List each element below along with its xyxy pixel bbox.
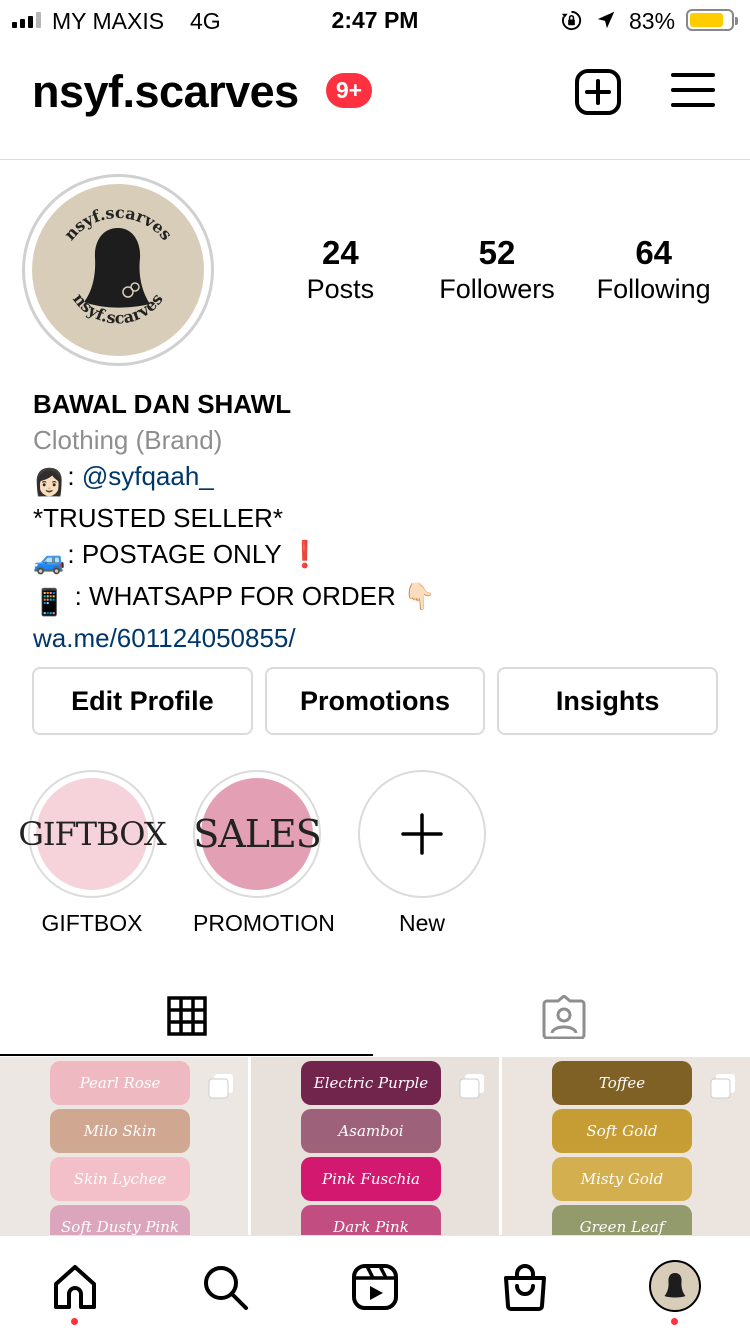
multiple-photos-icon bbox=[710, 1074, 735, 1099]
account-username[interactable]: nsyf.scarves bbox=[32, 66, 299, 118]
scarf-fold: Electric Purple bbox=[301, 1061, 441, 1105]
avatar-logo-graphic: nsyf.scarves nsyf.scarves bbox=[60, 203, 176, 328]
grid-post[interactable]: Toffee Soft Gold Misty Gold Green Leaf bbox=[502, 1057, 750, 1235]
scarf-fold: Soft Dusty Pink bbox=[50, 1205, 190, 1235]
scarf-fold: Milo Skin bbox=[50, 1109, 190, 1153]
scarf-fold: Soft Gold bbox=[552, 1109, 692, 1153]
scarf-fold: Toffee bbox=[552, 1061, 692, 1105]
profile-bio: BAWAL DAN SHAWL Clothing (Brand) 👩🏻: @sy… bbox=[33, 386, 723, 656]
multiple-photos-icon bbox=[459, 1074, 484, 1099]
scarf-fold: Pink Fuschia bbox=[301, 1157, 441, 1201]
highlight-cover: SALES bbox=[193, 778, 322, 890]
stat-posts[interactable]: 24 Posts bbox=[262, 234, 419, 305]
highlight-label: PROMOTION bbox=[193, 910, 335, 936]
battery-level-fill bbox=[690, 13, 724, 27]
story-highlights: GIFTBOX GIFTBOX SALES PROMOTION New bbox=[18, 770, 486, 937]
home-notification-dot bbox=[71, 1318, 78, 1325]
orientation-lock-icon bbox=[561, 10, 582, 31]
bio-line-separator: : bbox=[67, 461, 82, 491]
scarf-fold: Asamboi bbox=[301, 1109, 441, 1153]
profile-avatar[interactable]: nsyf.scarves nsyf.scarves bbox=[32, 184, 204, 356]
battery-percent: 83% bbox=[629, 8, 676, 34]
bottom-navigation bbox=[0, 1235, 750, 1333]
battery-icon bbox=[686, 9, 738, 31]
plus-square-icon[interactable] bbox=[574, 68, 622, 116]
highlight-cover bbox=[366, 778, 478, 890]
scarf-fold: Skin Lychee bbox=[50, 1157, 190, 1201]
bio-line-separator: : bbox=[67, 581, 90, 611]
bio-whatsapp-text: WHATSAPP FOR ORDER bbox=[89, 581, 404, 611]
shopping-bag-icon[interactable] bbox=[500, 1262, 550, 1312]
profile-category: Clothing (Brand) bbox=[33, 425, 223, 455]
reels-icon[interactable] bbox=[350, 1262, 400, 1312]
highlight-giftbox[interactable]: GIFTBOX GIFTBOX bbox=[18, 770, 167, 937]
hamburger-menu-icon[interactable] bbox=[670, 70, 716, 110]
bio-postage-text: POSTAGE ONLY bbox=[81, 539, 289, 569]
posts-label: Posts bbox=[306, 274, 375, 304]
highlight-label: GIFTBOX bbox=[41, 910, 143, 936]
profile-tabs bbox=[0, 978, 750, 1056]
profile-stats: 24 Posts 52 Followers 64 Following bbox=[262, 234, 732, 305]
highlight-ring[interactable]: SALES bbox=[193, 770, 322, 898]
tab-tagged[interactable] bbox=[377, 978, 750, 1056]
following-label: Following bbox=[596, 274, 711, 304]
posts-count: 24 bbox=[321, 234, 359, 271]
multiple-photos-icon bbox=[208, 1074, 233, 1099]
avatar-thumbnail bbox=[664, 1273, 686, 1298]
exclamation-emoji-icon: ❗ bbox=[288, 539, 321, 569]
profile-actions: Edit Profile Promotions Insights bbox=[32, 667, 719, 735]
insights-button[interactable]: Insights bbox=[497, 667, 719, 735]
profile-avatar-ring[interactable]: nsyf.scarves nsyf.scarves bbox=[22, 174, 214, 366]
followers-count: 52 bbox=[478, 234, 516, 271]
tagged-person-icon bbox=[542, 995, 585, 1039]
location-arrow-icon bbox=[597, 11, 615, 29]
posts-grid: Pearl Rose Milo Skin Skin Lychee Soft Du… bbox=[0, 1057, 750, 1235]
notification-badge[interactable]: 9+ bbox=[326, 73, 372, 108]
car-emoji-icon: 🚙 bbox=[33, 545, 66, 575]
edit-profile-button[interactable]: Edit Profile bbox=[32, 667, 253, 735]
tab-posts-grid[interactable] bbox=[0, 978, 373, 1056]
scarf-fold: Pearl Rose bbox=[50, 1061, 190, 1105]
stat-following[interactable]: 64 Following bbox=[575, 234, 732, 305]
pointing-down-emoji-icon: 👇🏻 bbox=[403, 581, 436, 611]
highlight-label: New bbox=[398, 910, 445, 936]
bio-line-postage: 🚙: POSTAGE ONLY ❗ bbox=[33, 536, 723, 578]
battery-tip bbox=[735, 17, 738, 25]
profile-notification-dot bbox=[671, 1318, 678, 1325]
highlight-cover-text: SALES bbox=[193, 812, 321, 856]
grid-post[interactable]: Electric Purple Asamboi Pink Fuschia Dar… bbox=[251, 1057, 499, 1235]
scarf-fold: Green Leaf bbox=[552, 1205, 692, 1235]
highlight-promotion[interactable]: SALES PROMOTION bbox=[193, 770, 335, 937]
grid-post[interactable]: Pearl Rose Milo Skin Skin Lychee Soft Du… bbox=[0, 1057, 248, 1235]
scarf-fold: Misty Gold bbox=[552, 1157, 692, 1201]
highlight-cover-text: GIFTBOX bbox=[18, 815, 166, 853]
profile-header: nsyf.scarves 9+ bbox=[0, 40, 750, 160]
search-icon[interactable] bbox=[200, 1262, 250, 1312]
phone-emoji-icon: 📱 bbox=[33, 587, 66, 617]
scarf-fold: Dark Pink bbox=[301, 1205, 441, 1235]
highlight-cover: GIFTBOX bbox=[18, 778, 167, 890]
bio-mention-link[interactable]: @syfqaah_ bbox=[82, 461, 214, 491]
woman-emoji-icon: 👩🏻 bbox=[33, 467, 66, 497]
highlight-ring[interactable] bbox=[358, 770, 486, 898]
promotions-button[interactable]: Promotions bbox=[264, 667, 486, 735]
bio-line-trusted: *TRUSTED SELLER* bbox=[33, 503, 283, 533]
bio-website-link[interactable]: wa.me/601124050855/ bbox=[33, 620, 723, 656]
plus-icon bbox=[401, 813, 443, 855]
profile-display-name: BAWAL DAN SHAWL bbox=[33, 389, 292, 419]
highlight-new[interactable]: New bbox=[358, 770, 486, 937]
followers-label: Followers bbox=[439, 274, 555, 304]
bio-line-separator: : bbox=[67, 539, 82, 569]
bio-line-whatsapp: 📱 : WHATSAPP FOR ORDER 👇🏻 bbox=[33, 578, 723, 620]
following-count: 64 bbox=[635, 234, 673, 271]
profile-avatar-icon[interactable] bbox=[649, 1260, 701, 1312]
highlight-ring[interactable]: GIFTBOX bbox=[18, 770, 167, 898]
status-bar: MY MAXIS 4G 2:47 PM 83% bbox=[0, 0, 750, 40]
stat-followers[interactable]: 52 Followers bbox=[419, 234, 576, 305]
grid-icon bbox=[166, 996, 207, 1036]
home-icon[interactable] bbox=[50, 1262, 100, 1312]
bio-line-owner: 👩🏻: @syfqaah_ bbox=[33, 458, 723, 500]
